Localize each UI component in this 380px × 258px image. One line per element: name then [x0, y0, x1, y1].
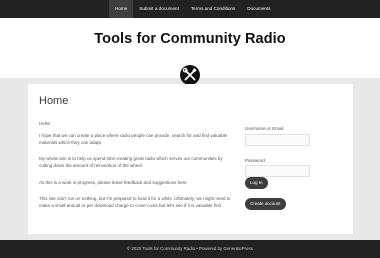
feedback-paragraph: As this is a work in progress, please le… [39, 180, 187, 185]
login-button[interactable]: Log In [245, 177, 268, 189]
nav-item-documents[interactable]: Documents [241, 0, 276, 18]
username-input[interactable] [245, 134, 310, 146]
top-navigation-bar: Home Submit a document Terms and Conditi… [0, 0, 380, 18]
content-panel: Home Hello! I hope that we can create a … [28, 84, 353, 234]
wrench-screwdriver-icon[interactable] [180, 65, 200, 85]
site-footer: © 2020 Tools for Community Radio • Power… [0, 240, 380, 258]
site-title[interactable]: Tools for Community Radio [0, 31, 380, 47]
funding-paragraph: This site can't run on nothing, but I'm … [39, 196, 231, 208]
create-account-button[interactable]: Create account [245, 198, 286, 210]
password-label: Password [245, 158, 265, 163]
main-nav: Home Submit a document Terms and Conditi… [109, 0, 277, 18]
page-title: Home [39, 95, 69, 107]
nav-item-submit-document[interactable]: Submit a document [133, 0, 185, 18]
username-label: Username or Email [245, 126, 284, 131]
intro-hello: Hello! [39, 121, 51, 126]
intro-paragraph: I hope that we can create a place where … [39, 133, 228, 145]
footer-copyright: © 2020 Tools for Community Radio • Power… [127, 246, 253, 251]
aim-paragraph: My whole aim is to help us spend time cr… [39, 156, 223, 168]
nav-item-home[interactable]: Home [109, 0, 134, 18]
site-header: Tools for Community Radio [0, 18, 380, 85]
password-input[interactable] [245, 165, 310, 177]
nav-item-terms[interactable]: Terms and Conditions [185, 0, 241, 18]
